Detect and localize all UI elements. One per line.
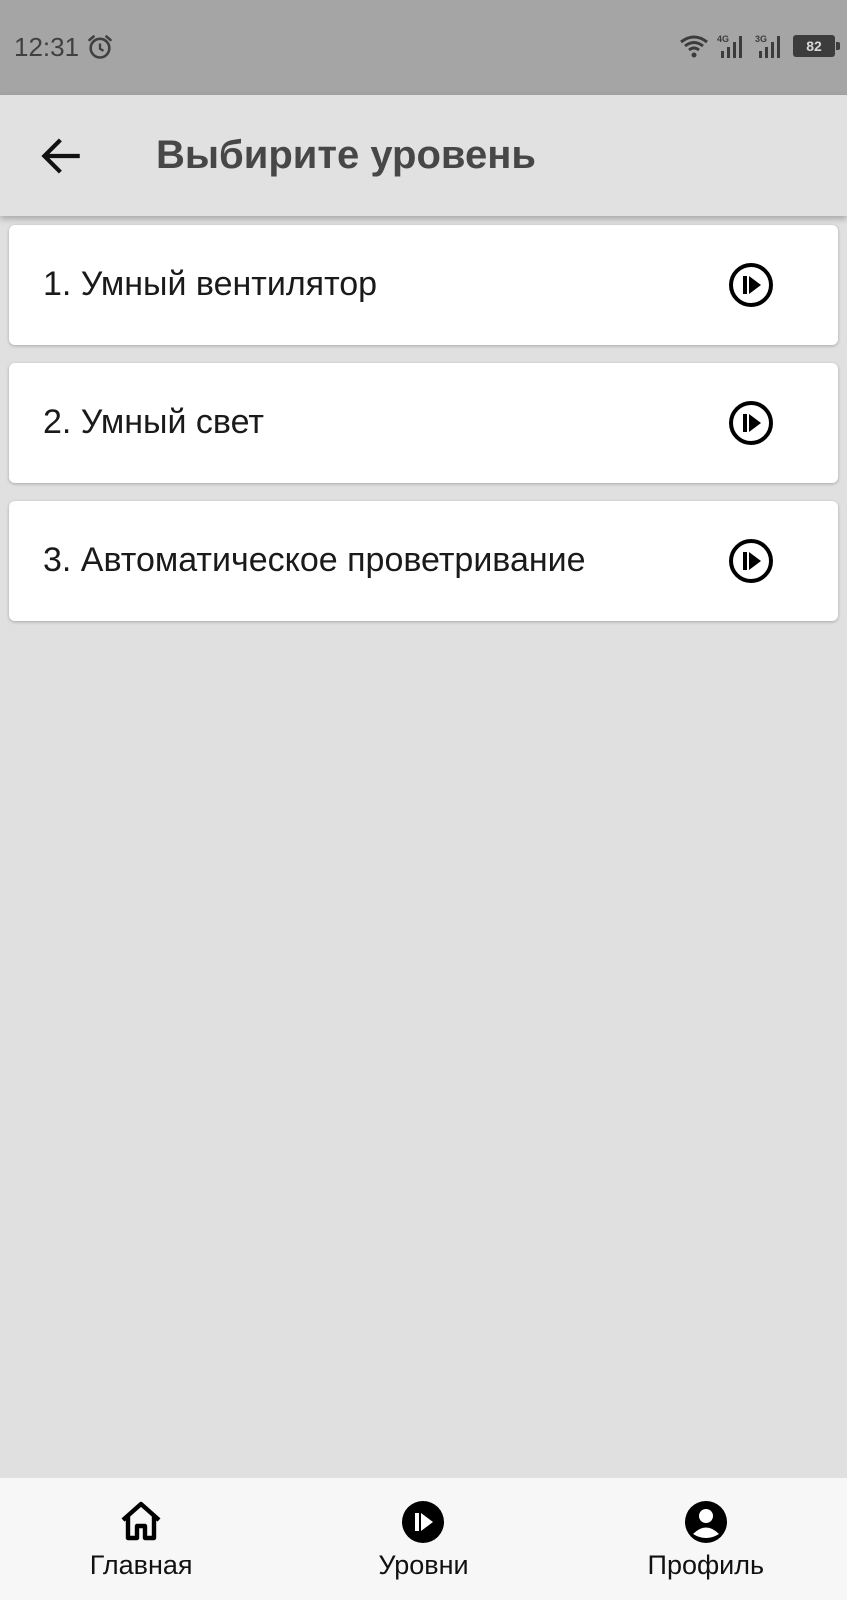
nav-item-levels[interactable]: Уровни (282, 1478, 564, 1600)
level-card-1[interactable]: 1. Умный вентилятор (9, 225, 838, 345)
nav-item-home[interactable]: Главная (0, 1478, 282, 1600)
home-icon (121, 1501, 161, 1541)
page-title: Выбирите уровень (156, 133, 536, 177)
account-circle-icon (684, 1501, 727, 1543)
level-card-2[interactable]: 2. Умный свет (9, 363, 838, 483)
play-circle-icon[interactable] (727, 399, 775, 447)
nav-label-levels: Уровни (378, 1550, 469, 1580)
signal-3g-icon: 3G (755, 34, 780, 58)
back-arrow-icon[interactable] (36, 131, 86, 181)
status-bar: 12:31 4G 3G 82 (0, 0, 847, 95)
bottom-nav: Главная Уровни Профиль (0, 1478, 847, 1600)
signal-4g-icon: 4G (717, 34, 742, 58)
level-label: 2. Умный свет (43, 403, 264, 441)
play-circle-icon[interactable] (727, 537, 775, 585)
level-list: 1. Умный вентилятор 2. Умный свет 3. Авт… (9, 225, 838, 639)
play-circle-filled-icon (402, 1501, 445, 1543)
nav-label-profile: Профиль (647, 1550, 765, 1580)
level-label: 1. Умный вентилятор (43, 265, 378, 303)
nav-label-home: Главная (89, 1550, 193, 1580)
play-circle-icon[interactable] (727, 261, 775, 309)
alarm-icon (88, 35, 112, 59)
network-2-label: 3G (755, 34, 767, 44)
wifi-icon (680, 35, 708, 58)
nav-item-profile[interactable]: Профиль (565, 1478, 847, 1600)
battery-icon: 82 (793, 35, 840, 57)
level-label: 3. Автоматическое проветривание (43, 541, 586, 579)
battery-level: 82 (806, 38, 822, 54)
level-card-3[interactable]: 3. Автоматическое проветривание (9, 501, 838, 621)
app-bar: Выбирите уровень (0, 95, 847, 216)
status-icons: 4G 3G 82 (679, 30, 840, 62)
status-time: 12:31 (14, 32, 80, 62)
network-1-label: 4G (717, 34, 729, 44)
